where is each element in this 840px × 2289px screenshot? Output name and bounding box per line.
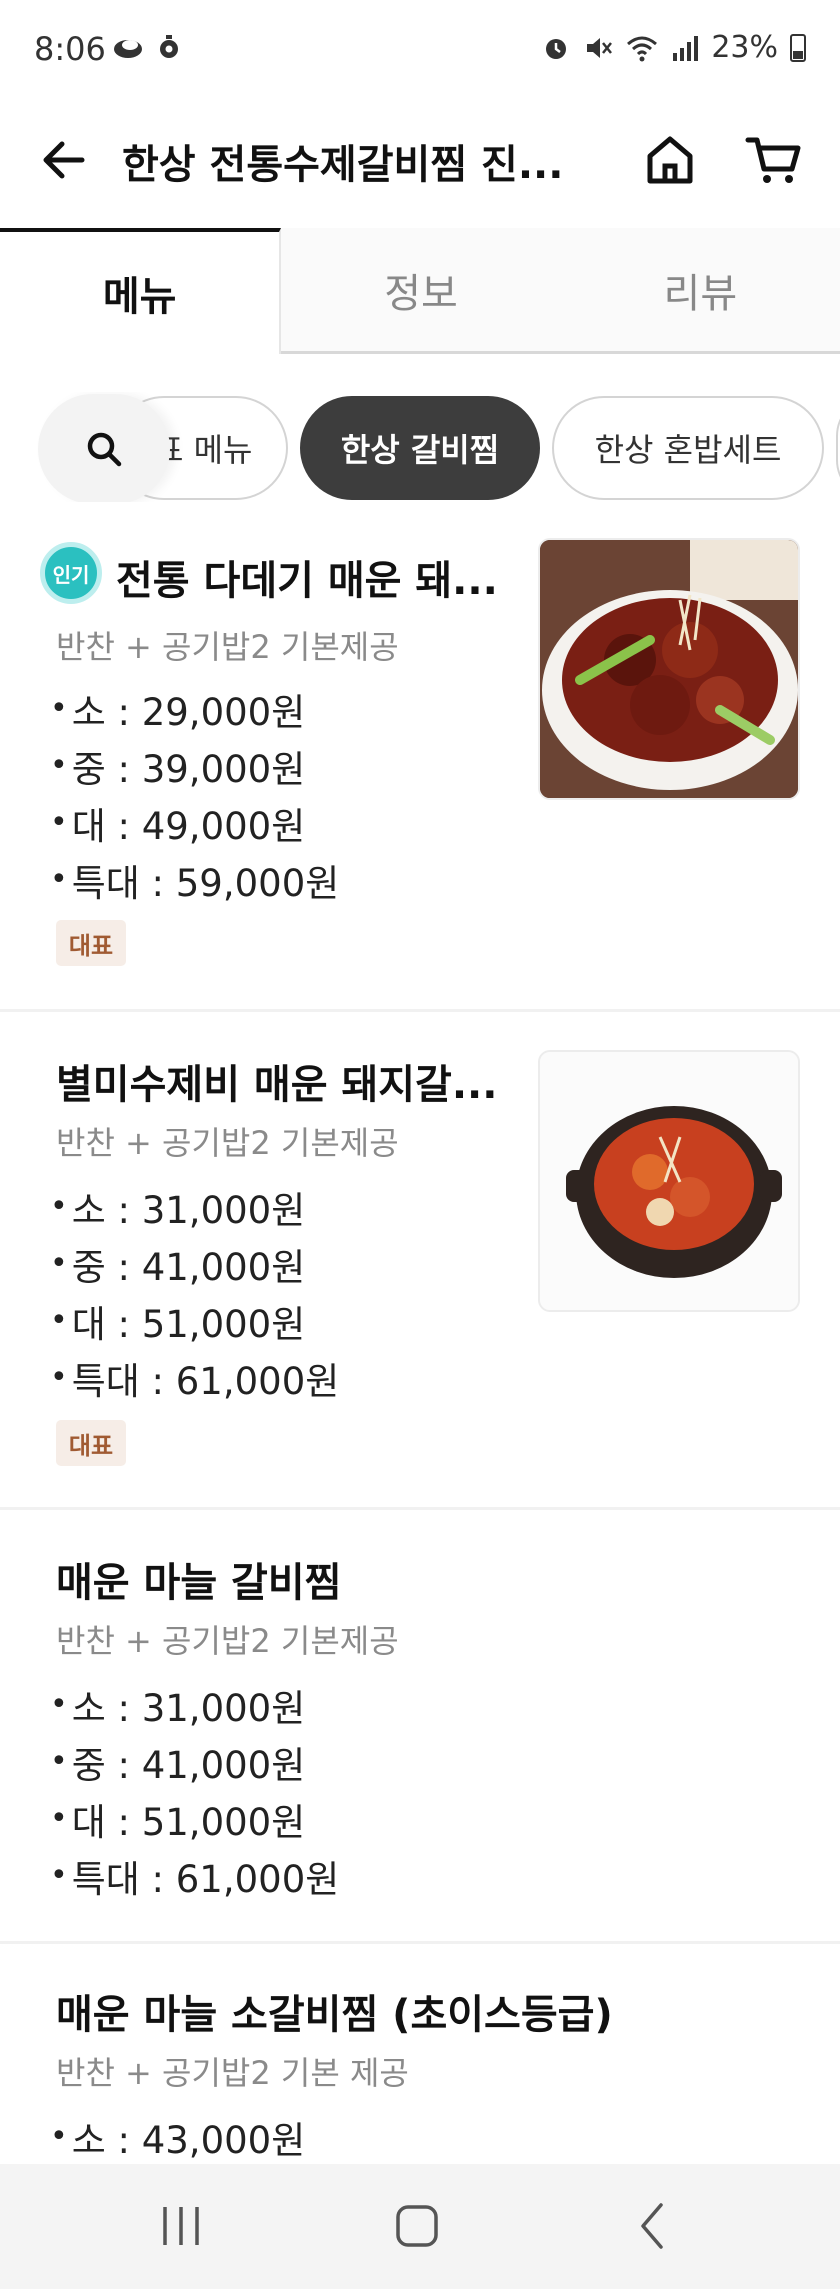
battery-icon xyxy=(790,33,806,62)
status-time: 8:06 xyxy=(34,30,106,68)
cart-button[interactable] xyxy=(742,128,806,192)
store-title: 한상 전통수제갈비찜 진... xyxy=(122,142,564,188)
search-icon xyxy=(87,432,122,467)
price-option: 대 : 49,000원 xyxy=(50,794,339,851)
tab-menu[interactable]: 메뉴 xyxy=(0,228,282,354)
item-desc: 반찬 + 공기밥2 기본제공 xyxy=(56,1124,399,1162)
recent-apps-button[interactable] xyxy=(146,2194,216,2258)
price-option: 대 : 51,000원 xyxy=(50,1292,339,1349)
home-nav-button[interactable] xyxy=(382,2194,452,2258)
menu-item[interactable]: 별미수제비 매운 돼지갈... 반찬 + 공기밥2 기본제공 소 : 31,00… xyxy=(0,1012,840,1510)
recent-apps-icon xyxy=(163,2207,199,2245)
signal-icon xyxy=(673,35,699,61)
menu-item[interactable]: 매운 마늘 갈비찜 반찬 + 공기밥2 기본제공 소 : 31,000원 중 :… xyxy=(0,1510,840,1944)
price-list: 소 : 29,000원 중 : 39,000원 대 : 49,000원 특대 :… xyxy=(50,680,340,908)
price-list: 소 : 31,000원 중 : 41,000원 대 : 51,000원 특대 :… xyxy=(50,1178,340,1406)
home-square-icon xyxy=(396,2205,438,2247)
item-desc: 반찬 + 공기밥2 기본 제공 xyxy=(56,2054,409,2092)
price-option: 대 : 51,000원 xyxy=(50,1790,339,1847)
item-name: 매운 마늘 갈비찜 xyxy=(56,1560,342,1606)
category-chips: 표 메뉴 한상 갈비찜 한상 혼밥세트 xyxy=(0,392,840,502)
representative-badge: 대표 xyxy=(56,1420,126,1466)
item-desc: 반찬 + 공기밥2 기본제공 xyxy=(56,628,399,666)
tab-info[interactable]: 정보 xyxy=(281,228,561,354)
chip-galbi-jjim[interactable]: 한상 갈비찜 xyxy=(300,396,540,500)
price-list: 소 : 43,000원 xyxy=(50,2108,306,2165)
back-nav-button[interactable] xyxy=(618,2194,688,2258)
price-option: 중 : 39,000원 xyxy=(50,737,339,794)
price-option: 특대 : 61,000원 xyxy=(50,1847,340,1904)
tab-reviews[interactable]: 리뷰 xyxy=(560,228,840,354)
chip-solo-set[interactable]: 한상 혼밥세트 xyxy=(552,396,824,500)
back-button[interactable] xyxy=(36,132,92,188)
tab-bar: 메뉴 정보 리뷰 xyxy=(0,228,840,354)
menu-search-button[interactable] xyxy=(38,394,170,502)
menu-item[interactable]: 매운 마늘 소갈비찜 (초이스등급) 반찬 + 공기밥2 기본 제공 소 : 4… xyxy=(0,1944,840,2164)
alarm-icon xyxy=(546,38,567,59)
item-photo xyxy=(538,1050,800,1312)
battery-percent: 23% xyxy=(711,30,778,65)
price-option: 중 : 41,000원 xyxy=(50,1733,339,1790)
item-photo xyxy=(538,538,800,800)
food-photo-sujebi-pork-ribs xyxy=(540,1052,798,1310)
price-option: 특대 : 61,000원 xyxy=(50,1349,340,1406)
cart-icon xyxy=(745,137,801,183)
price-option: 특대 : 59,000원 xyxy=(50,851,340,908)
chip-next-partial[interactable] xyxy=(836,396,840,500)
price-option: 소 : 31,000원 xyxy=(50,1178,339,1235)
back-chevron-icon xyxy=(641,2203,663,2249)
price-option: 소 : 43,000원 xyxy=(50,2108,306,2165)
menu-item[interactable]: 인기 전통 다데기 매운 돼... 반찬 + 공기밥2 기본제공 소 : 29,… xyxy=(0,522,840,1012)
status-left-icons xyxy=(112,34,180,62)
status-right: 23% xyxy=(541,30,806,65)
location-icon xyxy=(160,35,178,58)
item-name: 매운 마늘 소갈비찜 (초이스등급) xyxy=(56,1992,613,2038)
home-button[interactable] xyxy=(638,128,702,192)
back-arrow-icon xyxy=(43,141,85,179)
item-name: 별미수제비 매운 돼지갈... xyxy=(56,1062,498,1108)
popular-badge: 인기 xyxy=(40,542,102,604)
status-bar: 8:06 23% xyxy=(0,0,840,100)
system-nav-bar xyxy=(0,2164,840,2289)
price-list: 소 : 31,000원 중 : 41,000원 대 : 51,000원 특대 :… xyxy=(50,1676,340,1904)
item-name: 전통 다데기 매운 돼... xyxy=(116,558,498,604)
price-option: 소 : 31,000원 xyxy=(50,1676,339,1733)
price-option: 소 : 29,000원 xyxy=(50,680,339,737)
cloud-icon xyxy=(114,40,142,58)
home-icon xyxy=(647,136,693,184)
app-header: 한상 전통수제갈비찜 진... xyxy=(0,110,840,210)
item-desc: 반찬 + 공기밥2 기본제공 xyxy=(56,1622,399,1660)
food-photo-spicy-pork-ribs xyxy=(540,540,798,798)
price-option: 중 : 41,000원 xyxy=(50,1235,339,1292)
representative-badge: 대표 xyxy=(56,920,126,966)
mute-icon xyxy=(587,37,613,58)
wifi-icon xyxy=(627,36,658,61)
